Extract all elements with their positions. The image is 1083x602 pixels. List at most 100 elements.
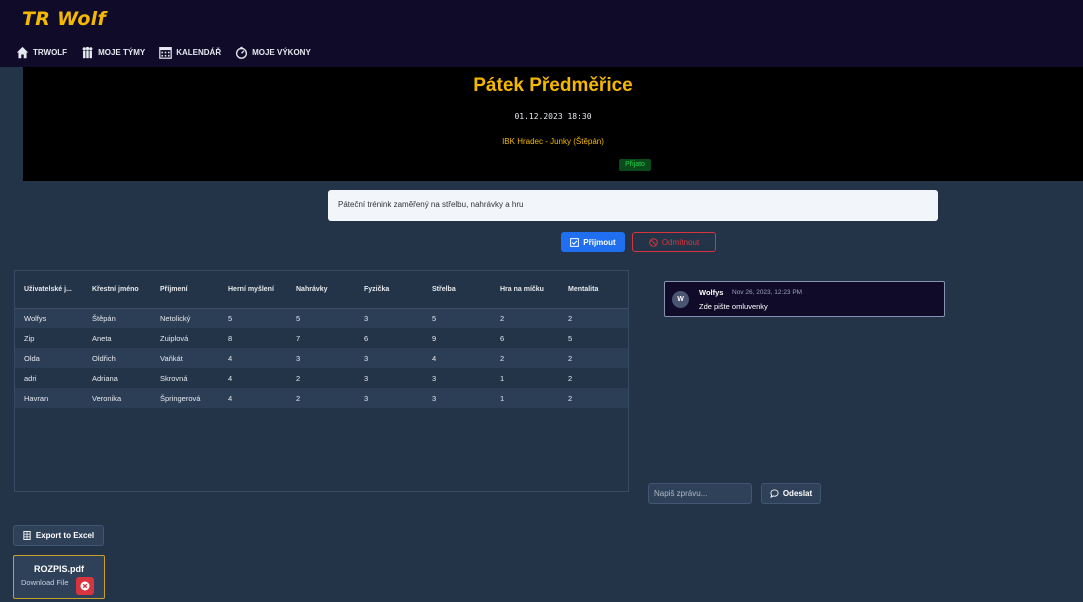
event-teams: IBK Hradec - Junky (Štěpán) bbox=[502, 137, 604, 146]
table-cell: 3 bbox=[364, 373, 369, 383]
calendar-icon bbox=[159, 47, 172, 59]
table-cell: Veronika bbox=[83, 388, 151, 408]
table-row[interactable]: Zip Aneta Zuiplová 8 7 6 9 6 5 bbox=[15, 328, 628, 348]
table-cell: Havran bbox=[15, 388, 83, 408]
nav-item-moje-tymy[interactable]: MOJE TÝMY bbox=[81, 46, 145, 59]
send-label: Odeslat bbox=[782, 489, 813, 498]
column-header[interactable]: Uživatelské j... bbox=[15, 271, 83, 309]
table-cell: Vaňkát bbox=[151, 348, 219, 368]
accept-button[interactable]: Přijmout bbox=[561, 232, 625, 252]
event-title: Pátek Předměřice bbox=[473, 75, 633, 96]
export-excel-button[interactable]: Export to Excel bbox=[13, 525, 104, 546]
event-description: Páteční trénink zaměřený na střelbu, nah… bbox=[328, 190, 938, 221]
table-header-row: Uživatelské j... Křestní jméno Příjmení … bbox=[15, 271, 628, 309]
table-cell: 6 bbox=[500, 333, 505, 343]
nav-item-label: TRWOLF bbox=[33, 48, 68, 57]
chat-message: W Wolfys Nov 26, 2023, 12:23 PM Zde pišt… bbox=[664, 281, 945, 317]
table-cell: 4 bbox=[219, 388, 287, 408]
chat-bubble-icon bbox=[770, 489, 779, 498]
table-cell: 4 bbox=[228, 373, 233, 383]
table-row[interactable]: Olda Oldřich Vaňkát 4 3 3 4 2 2 bbox=[15, 348, 628, 368]
app-logo[interactable]: TR Wolf bbox=[22, 8, 106, 30]
column-header[interactable]: Střelba bbox=[423, 271, 491, 309]
column-header[interactable]: Křestní jméno bbox=[83, 271, 151, 309]
send-button[interactable]: Odeslat bbox=[761, 483, 821, 504]
performance-icon bbox=[236, 46, 248, 59]
status-badge: Přijato bbox=[619, 159, 651, 171]
table-cell: Olda bbox=[15, 348, 83, 368]
table-cell: 5 bbox=[219, 308, 287, 328]
table-cell: 3 bbox=[287, 348, 355, 368]
table-cell: 8 bbox=[228, 333, 233, 343]
ban-icon bbox=[649, 237, 658, 247]
avatar: W bbox=[672, 291, 689, 308]
table-cell: 3 bbox=[432, 373, 437, 383]
table-cell: 5 bbox=[423, 308, 491, 328]
team-icon bbox=[82, 46, 93, 59]
column-header[interactable]: Mentalita bbox=[559, 271, 628, 309]
close-circle-icon bbox=[80, 581, 90, 591]
download-file-link[interactable]: Download File bbox=[21, 578, 69, 587]
table-cell: 4 bbox=[219, 348, 287, 368]
nav-item-moje-vykony[interactable]: MOJE VÝKONY bbox=[235, 46, 311, 59]
column-header[interactable]: Hra na míčku bbox=[491, 271, 559, 309]
table-cell: 2 bbox=[491, 348, 559, 368]
table-cell: Netolický bbox=[151, 308, 219, 328]
event-datetime: 01.12.2023 18:30 bbox=[514, 112, 592, 121]
table-cell: 3 bbox=[355, 348, 423, 368]
attachment-card: ROZPIS.pdf Download File bbox=[13, 555, 105, 599]
table-cell: 2 bbox=[491, 308, 559, 328]
chat-text: Zde pište omluvenky bbox=[699, 302, 768, 311]
decline-button[interactable]: Odmítnout bbox=[632, 232, 716, 252]
chat-author: Wolfys bbox=[699, 288, 724, 297]
nav-item-label: MOJE VÝKONY bbox=[252, 48, 311, 57]
table-cell: Špringerová bbox=[151, 388, 219, 408]
column-header[interactable]: Příjmení bbox=[151, 271, 219, 309]
nav-item-kalendar[interactable]: KALENDÁŘ bbox=[159, 46, 221, 59]
table-cell: Štěpán bbox=[83, 308, 151, 328]
nav-item-trwolf[interactable]: TRWOLF bbox=[16, 46, 67, 59]
column-header[interactable]: Nahrávky bbox=[287, 271, 355, 309]
table-cell: 4 bbox=[423, 348, 491, 368]
table-cell: Skrovná bbox=[160, 373, 188, 383]
table-cell: 3 bbox=[355, 308, 423, 328]
main-nav: TRWOLF MOJE TÝMY KALENDÁŘ MOJE VÝKONY bbox=[16, 46, 311, 59]
table-cell: 5 bbox=[568, 333, 573, 343]
column-header[interactable]: Herní myšlení bbox=[219, 271, 287, 309]
table-row[interactable]: adri Adriana Skrovná 4 2 3 3 1 2 bbox=[15, 368, 628, 388]
table-cell: 2 bbox=[568, 373, 573, 383]
check-square-icon bbox=[570, 237, 580, 247]
table-cell: 3 bbox=[355, 388, 423, 408]
table-cell: Zip bbox=[24, 333, 35, 343]
table-cell: 2 bbox=[559, 308, 628, 328]
spreadsheet-icon bbox=[23, 531, 31, 540]
decline-label: Odmítnout bbox=[661, 237, 700, 247]
table-cell: Zuiplová bbox=[160, 333, 189, 343]
table-cell: 2 bbox=[287, 388, 355, 408]
top-navbar: TR Wolf TRWOLF MOJE TÝMY KALENDÁŘ MOJE V… bbox=[0, 0, 1083, 67]
accept-label: Přijmout bbox=[583, 237, 616, 247]
table-cell: Adriana bbox=[92, 373, 118, 383]
file-name: ROZPIS.pdf bbox=[34, 564, 84, 574]
table-cell: 7 bbox=[296, 333, 301, 343]
table-cell: 1 bbox=[491, 388, 559, 408]
house-icon bbox=[16, 46, 29, 59]
table-cell: 5 bbox=[287, 308, 355, 328]
table-row[interactable]: Wolfys Štěpán Netolický 5 5 3 5 2 2 bbox=[15, 308, 628, 328]
table-cell: adri bbox=[24, 373, 37, 383]
table-cell: 6 bbox=[364, 333, 369, 343]
table-cell: Oldřich bbox=[83, 348, 151, 368]
table-cell: 3 bbox=[423, 388, 491, 408]
remove-file-button[interactable] bbox=[76, 577, 94, 595]
message-input[interactable] bbox=[648, 483, 752, 504]
nav-item-label: KALENDÁŘ bbox=[176, 48, 222, 57]
export-label: Export to Excel bbox=[35, 531, 95, 540]
table-cell: 2 bbox=[296, 373, 301, 383]
table-cell: Wolfys bbox=[15, 308, 83, 328]
nav-item-label: MOJE TÝMY bbox=[98, 48, 146, 57]
column-header[interactable]: Fyzička bbox=[355, 271, 423, 309]
table-cell: 1 bbox=[500, 373, 505, 383]
table-row[interactable]: Havran Veronika Špringerová 4 2 3 3 1 2 bbox=[15, 388, 628, 408]
table-cell: Aneta bbox=[92, 333, 112, 343]
chat-timestamp: Nov 26, 2023, 12:23 PM bbox=[732, 289, 803, 296]
